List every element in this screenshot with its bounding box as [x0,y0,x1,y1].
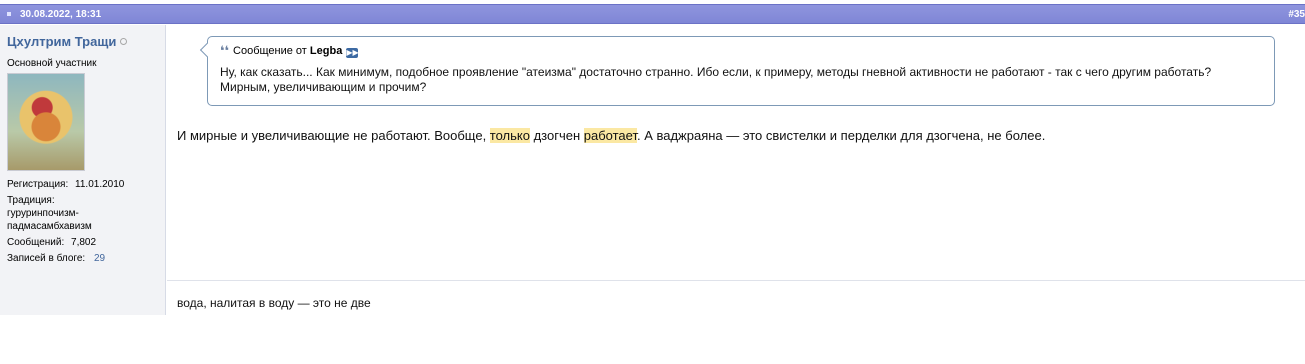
user-stats: Регистрация: 11.01.2010 Традиция: гурури… [7,178,162,268]
blog-count-link[interactable]: 29 [94,253,105,264]
avatar[interactable] [7,73,85,171]
quote-text: Ну, как сказать... Как минимум, подобное… [220,65,1212,94]
post-date: 30.08.2022, 18:31 [20,9,102,20]
quote-box: ❛❛ Сообщение от Legba ▶▶ Ну, как сказать..… [199,36,1275,106]
message-part: дзогчен [529,128,584,143]
tradition-label: Традиция: [7,195,55,206]
signature-divider [167,280,1305,281]
post-message: И мирные и увеличивающие не работают. Во… [177,128,1045,143]
quote-pointer [199,42,215,58]
stat-registration: Регистрация: 11.01.2010 [7,178,162,191]
registration-value: 11.01.2010 [75,179,125,190]
post-number-link[interactable]: #35 [1288,9,1305,20]
tradition-value: гуруринпочизм-падмасамбхавизм [7,208,92,232]
offline-status-icon [120,38,128,45]
post-header: 30.08.2022, 18:31 #35 [0,4,1305,24]
messages-value: 7,802 [71,237,97,248]
quote-header: ❛❛ Сообщение от Legba ▶▶ [220,43,359,59]
stat-tradition: Традиция: гуруринпочизм-падмасамбхавизм [7,194,162,233]
stat-messages: Сообщений: 7,802 [7,236,162,249]
quote-author: Legba [309,45,343,57]
highlighted-word: работает [583,128,637,143]
signature: вода, налитая в воду — это не две [177,296,371,310]
messages-label: Сообщений: [7,237,65,248]
username-row: Цхултрим Тращи [7,33,128,51]
message-part: . А ваджраяна — это свистелки и перделки… [636,128,1046,143]
bullet-icon [7,12,11,16]
blog-label: Записей в блоге: [7,253,86,264]
highlighted-word: только [489,128,530,143]
stat-blog: Записей в блоге: 29 [7,252,162,265]
goto-post-icon[interactable]: ▶▶ [346,48,359,58]
quote-icon: ❛❛ [220,43,230,58]
username-link[interactable]: Цхултрим Тращи [7,34,116,49]
message-part: И мирные и увеличивающие не работают. Во… [177,128,490,143]
registration-label: Регистрация: [7,179,69,190]
user-info-panel: Цхултрим Тращи Основной участник Регистр… [0,25,166,315]
user-title: Основной участник [7,58,97,69]
quote-prefix: Сообщение от [233,45,307,57]
